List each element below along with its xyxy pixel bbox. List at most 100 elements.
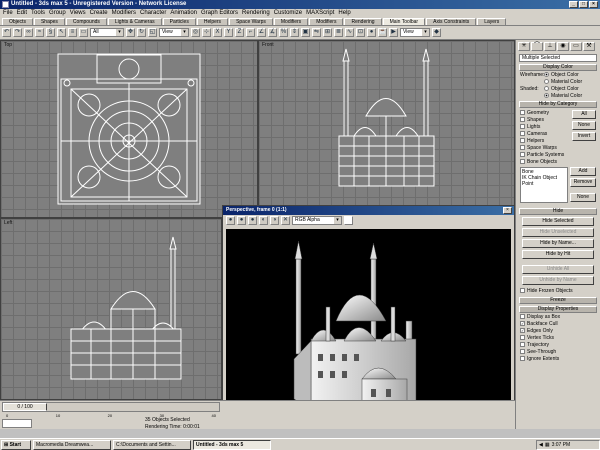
maxscript-listener[interactable] — [2, 419, 32, 428]
hierarchy-panel-icon[interactable]: ⊥ — [544, 42, 556, 51]
channel-select[interactable]: RGB Alpha ▾ — [292, 216, 342, 225]
particle-systems-checkbox[interactable] — [520, 152, 525, 157]
bone-objects-checkbox[interactable] — [520, 159, 525, 164]
select-rotate-icon[interactable]: ↻ — [137, 28, 146, 37]
select-object-icon[interactable]: ↖ — [57, 28, 66, 37]
menu-graph-editors[interactable]: Graph Editors — [201, 9, 238, 18]
menu-tools[interactable]: Tools — [31, 9, 45, 18]
tab-shapes[interactable]: Shapes — [33, 18, 65, 25]
axis-y-icon[interactable]: Y — [224, 28, 233, 37]
menu-create[interactable]: Create — [90, 9, 108, 18]
selection-field[interactable]: Multiple Selected — [519, 54, 597, 62]
backface-cull-checkbox[interactable]: ✓ — [520, 321, 525, 326]
display-properties-rollout[interactable]: Display Properties — [519, 306, 597, 313]
tab-axis-constraints[interactable]: Axis Constraints — [426, 18, 477, 25]
redo-icon[interactable]: ↷ — [13, 28, 22, 37]
edges-only-checkbox[interactable]: ✓ — [520, 328, 525, 333]
task-documents[interactable]: C:\Documents and Settin... — [113, 439, 191, 450]
render-type-select[interactable]: View ▾ — [400, 28, 430, 37]
rendered-frame-window[interactable]: Perspective, frame 0 (1:1) × ● ● ● ◐ ◑ ✕… — [222, 205, 515, 423]
hide-selected-button[interactable]: Hide Selected — [522, 217, 594, 226]
pivot-center-icon[interactable]: ◎ — [191, 28, 200, 37]
task-dreamweaver[interactable]: Macromedia Dreamwea... — [33, 439, 111, 450]
motion-panel-icon[interactable]: ◉ — [557, 42, 569, 51]
render-window-close-button[interactable]: × — [503, 207, 512, 214]
menu-maxscript[interactable]: MAXScript — [306, 9, 334, 18]
axis-xy-icon[interactable]: ⌐ — [246, 28, 255, 37]
minimize-button[interactable]: _ — [569, 1, 578, 8]
snap-toggle-icon[interactable]: ∠ — [257, 28, 266, 37]
add-button[interactable]: Add — [570, 167, 596, 176]
shaded-material-color-radio[interactable] — [544, 93, 549, 98]
menu-rendering[interactable]: Rendering — [242, 9, 270, 18]
tab-objects[interactable]: Objects — [2, 18, 33, 25]
spinner-snap-icon[interactable]: ⇕ — [290, 28, 299, 37]
select-scale-icon[interactable]: ◱ — [148, 28, 157, 37]
axis-x-icon[interactable]: X — [213, 28, 222, 37]
list-item[interactable]: Point — [522, 181, 566, 187]
blue-channel-icon[interactable]: ● — [248, 216, 257, 225]
ignore-extents-checkbox[interactable] — [520, 356, 525, 361]
start-button[interactable]: ⊞ Start — [1, 439, 31, 450]
category-list[interactable]: Bone IK Chain Object Point — [520, 167, 568, 203]
select-by-name-icon[interactable]: ≡ — [68, 28, 77, 37]
tab-compounds[interactable]: Compounds — [65, 18, 107, 25]
freeze-rollout[interactable]: Freeze — [519, 297, 597, 304]
unlink-icon[interactable]: ≈ — [35, 28, 44, 37]
link-icon[interactable]: ∞ — [24, 28, 33, 37]
tab-particles[interactable]: Particles — [162, 18, 196, 25]
display-as-box-checkbox[interactable] — [520, 314, 525, 319]
hide-by-category-rollout[interactable]: Hide by Category — [519, 101, 597, 108]
volume-icon[interactable]: ◀ — [539, 441, 543, 449]
network-icon[interactable]: ▦ — [545, 441, 550, 449]
viewport-top[interactable]: Top — [0, 40, 258, 218]
undo-icon[interactable]: ↶ — [2, 28, 11, 37]
axis-z-icon[interactable]: Z — [235, 28, 244, 37]
angle-snap-icon[interactable]: ∡ — [268, 28, 277, 37]
close-button[interactable]: × — [589, 1, 598, 8]
bind-space-warp-icon[interactable]: § — [46, 28, 55, 37]
selection-filter-select[interactable]: All ▾ — [90, 28, 124, 37]
time-slider[interactable]: 0 / 100 — [2, 402, 220, 412]
quick-render-icon[interactable]: ▶ — [389, 28, 398, 37]
curve-editor-icon[interactable]: ∿ — [345, 28, 354, 37]
vertex-ticks-checkbox[interactable] — [520, 335, 525, 340]
hide-frozen-checkbox[interactable] — [520, 288, 525, 293]
tab-space-warps[interactable]: Space Warps — [229, 18, 273, 25]
menu-modifiers[interactable]: Modifiers — [112, 9, 136, 18]
menu-help[interactable]: Help — [338, 9, 350, 18]
wireframe-object-color-radio[interactable] — [544, 72, 549, 77]
tab-main-toolbar[interactable]: Main Toolbar — [382, 18, 426, 25]
tab-rendering[interactable]: Rendering — [344, 18, 382, 25]
hide-by-hit-button[interactable]: Hide by Hit — [522, 250, 594, 259]
select-manipulate-icon[interactable]: ⊹ — [202, 28, 211, 37]
viewport-front[interactable]: Front — [258, 40, 515, 218]
tab-modifiers[interactable]: Modifiers — [273, 18, 309, 25]
shaded-object-color-radio[interactable] — [544, 86, 549, 91]
percent-snap-icon[interactable]: % — [279, 28, 288, 37]
hide-by-name-button[interactable]: Hide by Name... — [522, 239, 594, 248]
wireframe-material-color-radio[interactable] — [544, 79, 549, 84]
modify-panel-icon[interactable]: ⌒ — [531, 42, 543, 51]
red-channel-icon[interactable]: ● — [226, 216, 235, 225]
remove-button[interactable]: Remove — [570, 178, 596, 187]
reference-coordinate-select[interactable]: View ▾ — [159, 28, 189, 37]
schematic-view-icon[interactable]: ⊡ — [356, 28, 365, 37]
menu-customize[interactable]: Customize — [274, 9, 302, 18]
material-editor-icon[interactable]: ● — [367, 28, 376, 37]
named-selection-icon[interactable]: ▣ — [301, 28, 310, 37]
tab-modifiers-2[interactable]: Modifiers — [309, 18, 344, 25]
select-move-icon[interactable]: ✥ — [126, 28, 135, 37]
shapes-checkbox[interactable] — [520, 117, 525, 122]
lights-checkbox[interactable] — [520, 124, 525, 129]
align-icon[interactable]: ⊞ — [323, 28, 332, 37]
create-panel-icon[interactable]: ✳ — [518, 42, 530, 51]
menu-character[interactable]: Character — [140, 9, 166, 18]
hide-category-all-button[interactable]: All — [572, 110, 596, 119]
green-channel-icon[interactable]: ● — [237, 216, 246, 225]
list-none-button[interactable]: None — [570, 193, 596, 202]
color-swatch[interactable] — [344, 216, 353, 225]
menu-views[interactable]: Views — [70, 9, 86, 18]
menu-file[interactable]: File — [3, 9, 13, 18]
render-last-icon[interactable]: ◆ — [432, 28, 441, 37]
